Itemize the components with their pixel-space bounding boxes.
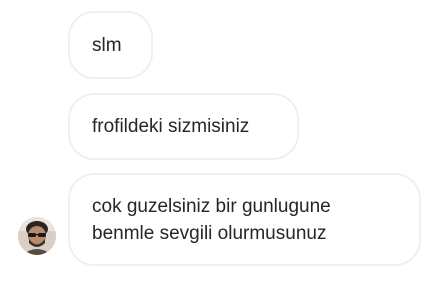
message-bubble[interactable]: cok guzelsiniz bir gunlugune benmle sevg… bbox=[68, 173, 421, 266]
sender-avatar[interactable] bbox=[18, 217, 56, 255]
message-thread: slm frofildeki sizmisiniz cok guzelsiniz… bbox=[0, 0, 448, 288]
message-text: slm bbox=[92, 34, 122, 56]
message-text: cok guzelsiniz bir gunlugune benmle sevg… bbox=[92, 195, 331, 244]
profile-photo-icon bbox=[18, 217, 56, 255]
message-bubble[interactable]: slm bbox=[68, 11, 153, 79]
message-bubble[interactable]: frofildeki sizmisiniz bbox=[68, 93, 299, 160]
message-text: frofildeki sizmisiniz bbox=[92, 116, 250, 137]
